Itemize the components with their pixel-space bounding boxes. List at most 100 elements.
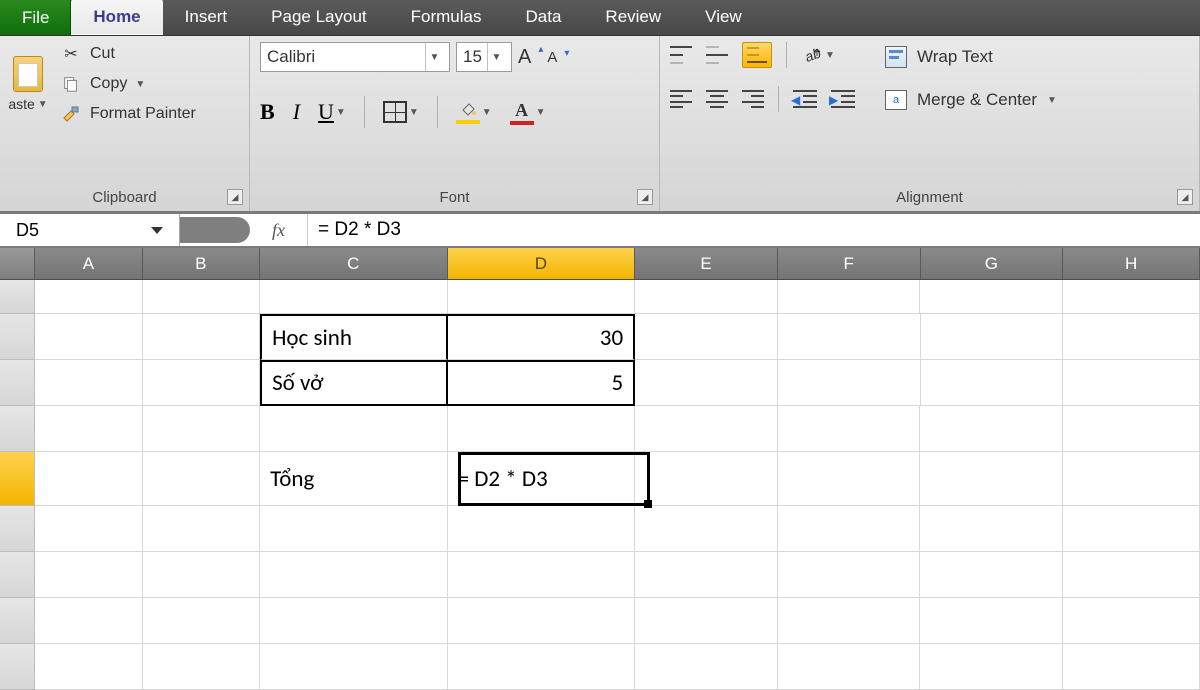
font-color-button[interactable]: A ▼ — [510, 100, 546, 125]
cell[interactable] — [920, 552, 1063, 598]
cell[interactable] — [920, 506, 1063, 552]
align-top-button[interactable] — [670, 46, 692, 64]
cell[interactable] — [448, 406, 635, 452]
align-center-button[interactable] — [706, 90, 728, 108]
fill-color-button[interactable]: ▼ — [456, 100, 492, 124]
cell[interactable] — [920, 406, 1063, 452]
cell[interactable] — [635, 314, 778, 360]
cell[interactable] — [35, 314, 143, 360]
cell[interactable] — [778, 314, 921, 360]
cell[interactable] — [35, 598, 143, 644]
row-header[interactable] — [0, 280, 35, 314]
orientation-button[interactable]: ab ▼ — [801, 44, 835, 66]
chevron-down-icon[interactable]: ▼ — [425, 43, 443, 71]
cell[interactable] — [143, 360, 260, 406]
merge-center-button[interactable]: Merge & Center ▼ — [885, 90, 1057, 110]
cell-D2[interactable]: 30 — [448, 314, 635, 360]
cell[interactable] — [921, 360, 1064, 406]
row-header[interactable] — [0, 552, 35, 598]
cell[interactable] — [35, 280, 143, 314]
cell[interactable] — [143, 280, 260, 314]
borders-button[interactable]: ▼ — [383, 101, 419, 123]
cell[interactable] — [35, 406, 143, 452]
tab-formulas[interactable]: Formulas — [389, 0, 504, 35]
align-middle-button[interactable] — [706, 46, 728, 64]
cell[interactable] — [260, 644, 447, 690]
row-header[interactable] — [0, 644, 35, 690]
col-header-E[interactable]: E — [635, 248, 778, 279]
formula-input[interactable]: = D2 * D3 — [308, 214, 1200, 246]
col-header-F[interactable]: F — [778, 248, 921, 279]
cell[interactable] — [260, 506, 447, 552]
cell[interactable] — [778, 552, 921, 598]
cell[interactable] — [448, 280, 635, 314]
row-header[interactable] — [0, 506, 35, 552]
tab-page-layout[interactable]: Page Layout — [249, 0, 388, 35]
row-header[interactable] — [0, 314, 35, 360]
cell[interactable] — [1063, 406, 1200, 452]
copy-button[interactable]: Copy ▼ — [60, 72, 196, 96]
tab-file[interactable]: File — [0, 0, 71, 35]
cell[interactable] — [448, 644, 635, 690]
cell[interactable] — [635, 280, 778, 314]
cell[interactable] — [1063, 452, 1200, 506]
cell[interactable] — [35, 644, 143, 690]
cell[interactable] — [635, 406, 778, 452]
font-size-select[interactable]: 15 ▼ — [456, 42, 512, 72]
format-painter-button[interactable]: Format Painter — [60, 102, 196, 126]
cell[interactable] — [1063, 644, 1200, 690]
cell-D5[interactable]: = D2 * D3 — [448, 452, 635, 506]
row-header[interactable] — [0, 406, 35, 452]
cell[interactable] — [635, 644, 778, 690]
cell[interactable] — [635, 598, 778, 644]
cell[interactable] — [778, 506, 921, 552]
col-header-G[interactable]: G — [921, 248, 1064, 279]
cell[interactable] — [778, 280, 921, 314]
cell[interactable] — [920, 452, 1063, 506]
cut-button[interactable]: ✂ Cut — [60, 42, 196, 66]
row-header[interactable] — [0, 360, 35, 406]
align-bottom-button[interactable] — [742, 42, 772, 68]
cell[interactable] — [1063, 598, 1200, 644]
cell[interactable] — [143, 506, 260, 552]
cell-C2[interactable]: Học sinh — [260, 314, 448, 360]
chevron-down-icon[interactable]: ▼ — [487, 43, 505, 71]
cell[interactable] — [35, 506, 143, 552]
bold-button[interactable]: B — [260, 99, 275, 125]
cell-C3[interactable]: Số vở — [260, 360, 448, 406]
cell[interactable] — [920, 644, 1063, 690]
align-left-button[interactable] — [670, 90, 692, 108]
cell[interactable] — [778, 452, 921, 506]
cell[interactable] — [635, 506, 778, 552]
chevron-down-icon[interactable] — [151, 227, 163, 234]
tab-home[interactable]: Home — [71, 0, 162, 35]
decrease-indent-button[interactable]: ◀ — [793, 90, 817, 108]
shrink-font-button[interactable]: A▾ — [547, 49, 567, 66]
cell[interactable] — [920, 598, 1063, 644]
cell[interactable] — [778, 598, 921, 644]
cell[interactable] — [35, 552, 143, 598]
cell[interactable] — [920, 280, 1063, 314]
row-header[interactable] — [0, 452, 35, 506]
tab-insert[interactable]: Insert — [163, 0, 250, 35]
cell[interactable] — [448, 598, 635, 644]
select-all-corner[interactable] — [0, 248, 35, 279]
cell[interactable] — [635, 360, 778, 406]
underline-button[interactable]: U▼ — [318, 99, 346, 125]
cell[interactable] — [260, 280, 447, 314]
increase-indent-button[interactable]: ▶ — [831, 90, 855, 108]
paste-button[interactable]: aste ▼ — [10, 56, 46, 112]
italic-button[interactable]: I — [293, 99, 300, 125]
row-header[interactable] — [0, 598, 35, 644]
cell[interactable] — [143, 644, 260, 690]
cell[interactable] — [1063, 280, 1200, 314]
cell[interactable] — [448, 552, 635, 598]
cell[interactable] — [448, 506, 635, 552]
cell[interactable] — [35, 452, 143, 506]
cell[interactable] — [1063, 314, 1200, 360]
dialog-launcher-icon[interactable]: ◢ — [227, 189, 243, 205]
grow-font-button[interactable]: A▴ — [518, 46, 541, 69]
cell[interactable] — [260, 598, 447, 644]
cell[interactable] — [1063, 360, 1200, 406]
tab-view[interactable]: View — [683, 0, 764, 35]
